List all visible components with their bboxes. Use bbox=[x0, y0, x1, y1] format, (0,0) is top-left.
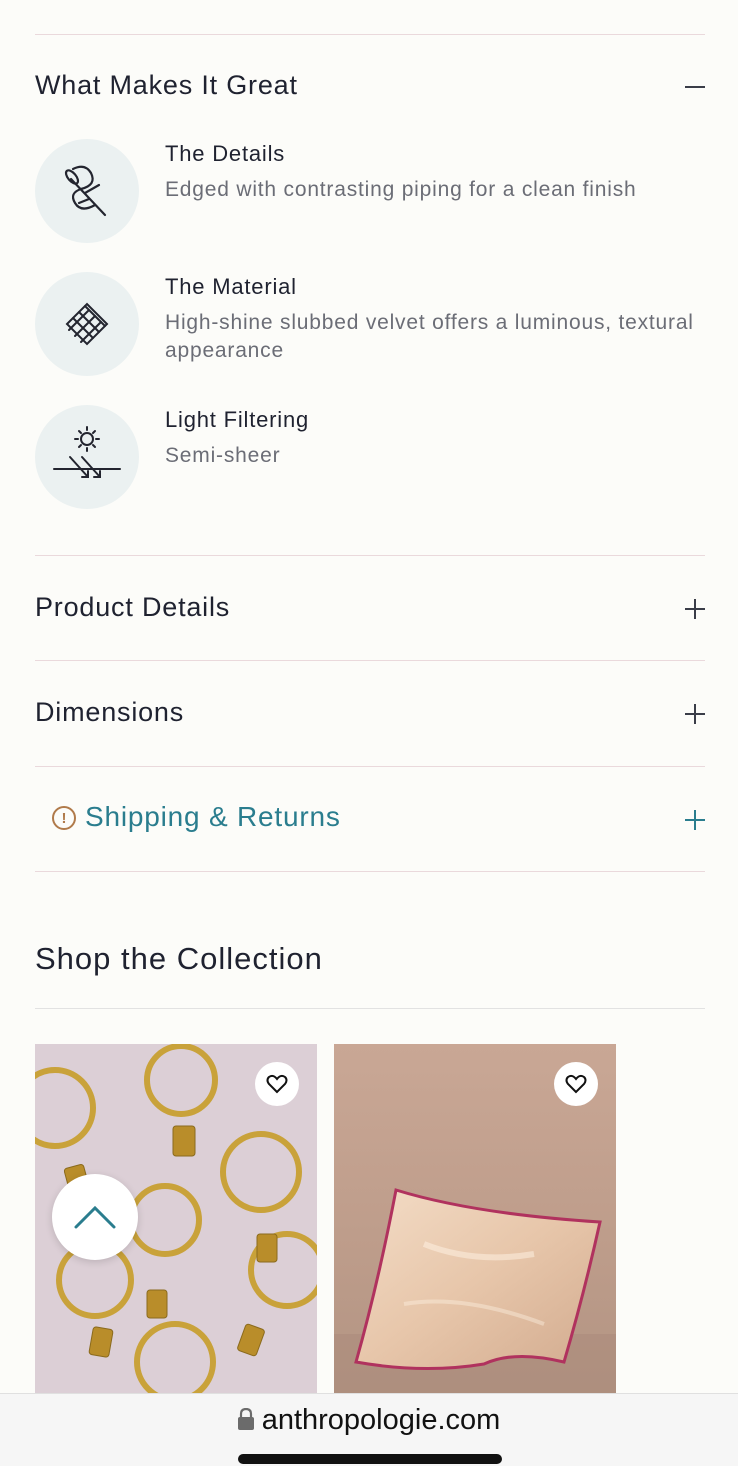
divider bbox=[35, 1008, 705, 1009]
shop-collection-title: Shop the Collection bbox=[35, 941, 323, 976]
expand-plus-icon[interactable] bbox=[685, 810, 705, 830]
divider bbox=[35, 660, 705, 661]
expand-plus-icon[interactable] bbox=[685, 704, 705, 724]
weave-icon bbox=[35, 272, 139, 376]
feature-title-details: The Details bbox=[165, 141, 286, 166]
scroll-to-top-button[interactable] bbox=[52, 1174, 138, 1260]
heart-icon[interactable] bbox=[554, 1062, 598, 1106]
product-details-title[interactable]: Product Details bbox=[35, 592, 230, 623]
feature-desc-details: Edged with contrasting piping for a clea… bbox=[165, 178, 637, 201]
heart-icon[interactable] bbox=[255, 1062, 299, 1106]
divider bbox=[35, 871, 705, 872]
feature-title-material: The Material bbox=[165, 274, 297, 299]
lock-icon bbox=[237, 1405, 254, 1438]
url-text: anthropologie.com bbox=[261, 1404, 501, 1436]
browser-address-bar[interactable]: anthropologie.com bbox=[0, 1393, 738, 1466]
product-card-velvet-pillow[interactable] bbox=[334, 1044, 616, 1394]
dimensions-title[interactable]: Dimensions bbox=[35, 697, 184, 728]
what-makes-it-great-title[interactable]: What Makes It Great bbox=[35, 70, 298, 101]
chevron-up-icon bbox=[74, 1205, 116, 1229]
collapse-minus-icon[interactable] bbox=[685, 77, 705, 97]
needle-thread-icon bbox=[35, 139, 139, 243]
alert-icon: ! bbox=[52, 806, 76, 830]
url-display[interactable]: anthropologie.com bbox=[0, 1404, 738, 1438]
feature-desc-material: High-shine slubbed velvet offers a lumin… bbox=[165, 311, 694, 362]
expand-plus-icon[interactable] bbox=[685, 599, 705, 619]
shipping-returns-title[interactable]: Shipping & Returns bbox=[85, 801, 341, 833]
divider bbox=[35, 766, 705, 767]
home-indicator[interactable] bbox=[238, 1454, 502, 1464]
top-divider bbox=[35, 34, 705, 35]
divider bbox=[35, 555, 705, 556]
feature-desc-light: Semi-sheer bbox=[165, 444, 281, 467]
sun-light-icon bbox=[35, 405, 139, 509]
feature-title-light: Light Filtering bbox=[165, 407, 310, 432]
